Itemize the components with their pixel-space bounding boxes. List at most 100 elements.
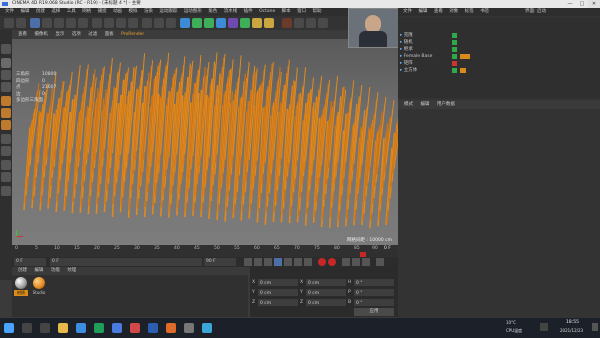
om-menu-item[interactable]: 编辑 (418, 9, 427, 14)
material-tag-icon[interactable] (460, 54, 470, 59)
coord-system-icon[interactable] (128, 18, 138, 28)
om-menu-item[interactable]: 文件 (403, 9, 412, 14)
undo-icon[interactable] (4, 18, 14, 28)
enabled-check-icon[interactable] (452, 68, 457, 73)
om-menu-item[interactable]: 查看 (434, 9, 443, 14)
menu-item[interactable]: 脚本 (282, 9, 291, 14)
tweak-mode-icon[interactable] (1, 146, 11, 156)
attr-menu-item[interactable]: 模式 (404, 102, 413, 107)
menu-item[interactable]: 模拟 (129, 9, 138, 14)
menu-item[interactable]: 文件 (5, 9, 14, 14)
maximize-button[interactable]: □ (576, 0, 588, 8)
app-icon[interactable] (202, 323, 212, 333)
material-menu-item[interactable]: 功能 (51, 268, 60, 273)
position-field[interactable]: 0 cm (258, 299, 298, 306)
x-axis-icon[interactable] (92, 18, 102, 28)
size-field[interactable]: 0 cm (306, 289, 346, 296)
next-frame-icon[interactable] (284, 258, 292, 266)
menu-item[interactable]: 角色 (208, 9, 217, 14)
app-icon[interactable] (184, 323, 194, 333)
camera-icon[interactable] (252, 18, 262, 28)
rotation-field[interactable]: 0 ° (354, 289, 394, 296)
pen-icon[interactable] (192, 18, 202, 28)
enabled-check-icon[interactable] (452, 40, 457, 45)
make-editable-icon[interactable] (1, 44, 11, 54)
snap-icon[interactable] (1, 160, 11, 170)
explorer-icon[interactable] (58, 323, 68, 333)
om-menu-item[interactable]: 标签 (465, 9, 474, 14)
cube-icon[interactable] (180, 18, 190, 28)
menu-item[interactable]: 捕捉 (98, 9, 107, 14)
octane-icon[interactable] (282, 18, 292, 28)
layout-icon[interactable] (318, 18, 328, 28)
workplane-icon[interactable] (1, 82, 11, 92)
tray-icon[interactable] (540, 323, 548, 331)
minimize-button[interactable]: — (564, 0, 576, 8)
key-scale-icon[interactable] (352, 258, 360, 266)
start-frame-field[interactable]: 0 F (14, 258, 46, 266)
model-mode-icon[interactable] (1, 58, 11, 68)
size-field[interactable]: 0 cm (306, 299, 346, 306)
notification-icon[interactable] (592, 323, 598, 331)
subdivision-icon[interactable] (204, 18, 214, 28)
render-view-icon[interactable] (142, 18, 152, 28)
close-button[interactable]: ✕ (588, 0, 600, 8)
goto-start-icon[interactable] (244, 258, 252, 266)
menu-item[interactable]: 运动图形 (184, 9, 202, 14)
menu-item[interactable]: 选择 (51, 9, 60, 14)
viewport-3d[interactable]: 三角形 10800 四边形 0 点 21607 边0 多边形三角面 网格间距 : 10… (12, 39, 398, 245)
object-row[interactable]: ▸ 立方体 (400, 67, 588, 74)
start-icon[interactable] (4, 323, 14, 333)
key-pos-icon[interactable] (342, 258, 350, 266)
redo-icon[interactable] (16, 18, 26, 28)
object-row[interactable]: ▸ 克隆 (400, 32, 588, 39)
recent-tool-icon[interactable] (78, 18, 88, 28)
material-menu-item[interactable]: 纹理 (67, 268, 76, 273)
menu-item[interactable]: 编辑 (20, 9, 29, 14)
menu-item[interactable]: 渲染 (144, 9, 153, 14)
timeline-ruler[interactable]: 0 5 10 15 20 25 30 35 40 45 50 55 60 65 … (12, 245, 398, 257)
plugin-icon[interactable] (294, 18, 304, 28)
prev-frame-icon[interactable] (264, 258, 272, 266)
om-menu-item[interactable]: 对象 (449, 9, 458, 14)
viewport-menu-item[interactable]: 摄像机 (34, 32, 48, 37)
menu-item[interactable]: 运动跟踪 (159, 9, 177, 14)
material-tag-icon[interactable] (460, 68, 466, 73)
render-settings-icon[interactable] (166, 18, 176, 28)
z-axis-icon[interactable] (116, 18, 126, 28)
polygons-mode-icon[interactable] (1, 120, 11, 130)
app-icon[interactable] (130, 323, 140, 333)
om-menu-item[interactable]: 书签 (480, 9, 489, 14)
move-icon[interactable] (42, 18, 52, 28)
rotation-field[interactable]: 0 ° (354, 279, 394, 286)
rotation-field[interactable]: 0 ° (354, 299, 394, 306)
menu-item[interactable]: 帮助 (313, 9, 322, 14)
points-mode-icon[interactable] (1, 96, 11, 106)
disabled-cross-icon[interactable] (452, 61, 457, 66)
viewport-menu-item[interactable]: ProRender (121, 32, 144, 37)
cloner-icon[interactable] (216, 18, 226, 28)
select-icon[interactable] (30, 18, 40, 28)
app-icon[interactable] (112, 323, 122, 333)
viewport-menu-item[interactable]: 选项 (72, 32, 81, 37)
edges-mode-icon[interactable] (1, 108, 11, 118)
y-axis-icon[interactable] (104, 18, 114, 28)
rotate-icon[interactable] (66, 18, 76, 28)
deformer-icon[interactable] (228, 18, 238, 28)
axis-mode-icon[interactable] (1, 134, 11, 144)
task-view-icon[interactable] (40, 323, 50, 333)
floor-icon[interactable] (240, 18, 250, 28)
material-menu-item[interactable]: 编辑 (34, 268, 43, 273)
enabled-check-icon[interactable] (452, 47, 457, 52)
position-field[interactable]: 0 cm (258, 289, 298, 296)
size-field[interactable]: 0 cm (306, 279, 346, 286)
object-row[interactable]: ▸ Female Base (400, 53, 588, 60)
prev-key-icon[interactable] (254, 258, 262, 266)
next-key-icon[interactable] (294, 258, 302, 266)
search-icon[interactable] (22, 323, 32, 333)
timeline-layout-icon[interactable] (376, 258, 384, 266)
store-icon[interactable] (94, 323, 104, 333)
position-field[interactable]: 0 cm (258, 279, 298, 286)
menu-item[interactable]: 窗口 (297, 9, 306, 14)
scale-icon[interactable] (54, 18, 64, 28)
